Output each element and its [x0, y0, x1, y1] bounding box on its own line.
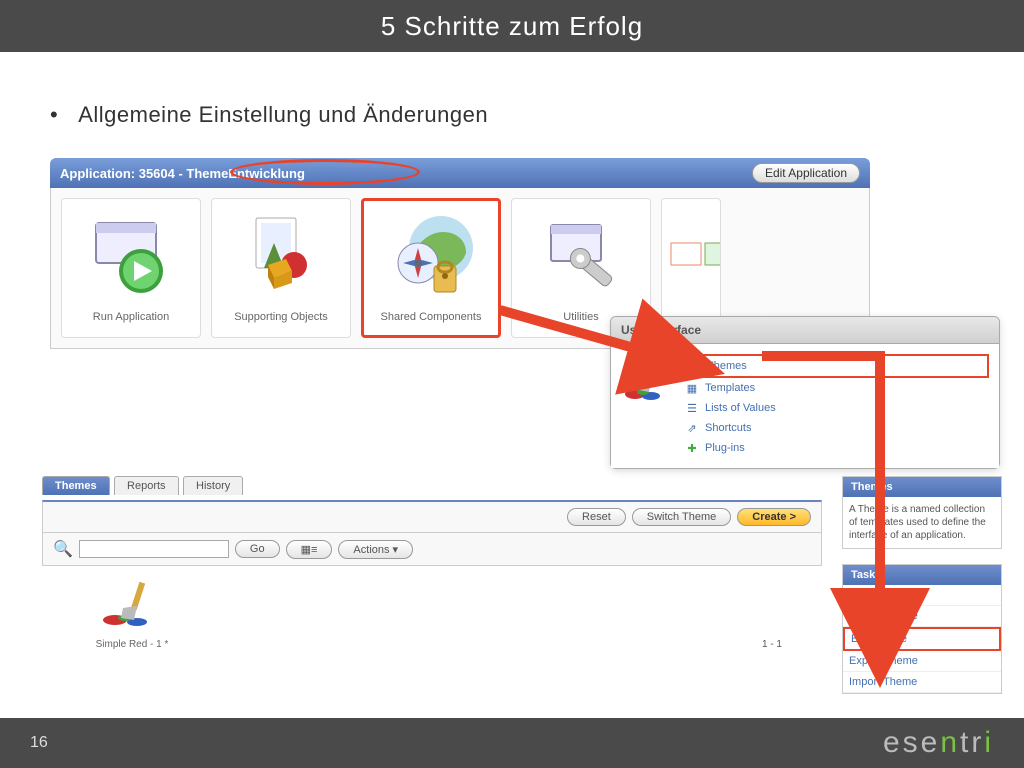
partial-icon: [661, 223, 721, 313]
themes-section: Themes Reports History Reset Switch Them…: [42, 476, 822, 650]
tab-themes[interactable]: Themes: [42, 476, 110, 495]
go-button[interactable]: Go: [235, 540, 280, 558]
search-icon: 🔍: [53, 539, 73, 559]
side-tasks-panel: Tasks Copy Theme Delete Theme Edit Theme…: [842, 564, 1002, 694]
task-import-theme[interactable]: Import Theme: [843, 672, 1001, 693]
user-interface-panel: User Interface ✎Themes ▦Templates ☰Lists…: [610, 316, 1000, 469]
pencil-icon: ✎: [687, 359, 701, 373]
utilities-icon: [536, 213, 626, 303]
bullet-text: Allgemeine Einstellung und Änderungen: [50, 102, 974, 128]
ui-plugins-link[interactable]: ✚Plug-ins: [681, 438, 989, 458]
tile-label: Supporting Objects: [234, 311, 328, 323]
brand-logo: esentri: [883, 726, 994, 760]
tile-shared-components[interactable]: Shared Components: [361, 198, 501, 338]
side-tasks-head: Tasks: [843, 565, 1001, 585]
template-icon: ▦: [685, 381, 699, 395]
search-input[interactable]: [79, 540, 229, 558]
tile-supporting-objects[interactable]: Supporting Objects: [211, 198, 351, 338]
side-themes-body: A Theme is a named collection of templat…: [843, 497, 1001, 548]
tile-label: Utilities: [563, 311, 598, 323]
create-button[interactable]: Create >: [737, 508, 811, 526]
actions-button[interactable]: Actions ▾: [338, 540, 413, 559]
supporting-objects-icon: [236, 213, 326, 303]
application-label: Application: 35604 - ThemeEntwicklung: [60, 166, 305, 181]
edit-application-button[interactable]: Edit Application: [752, 163, 860, 183]
footer-bar: 16 esentri: [0, 718, 1024, 768]
tile-label: Run Application: [93, 311, 169, 323]
side-themes-head: Themes: [843, 477, 1001, 497]
list-icon: ☰: [685, 401, 699, 415]
view-toggle-button[interactable]: ▦≡: [286, 540, 333, 559]
theme-item[interactable]: Simple Red - 1 *: [72, 580, 192, 650]
page-number: 16: [30, 734, 48, 752]
run-application-icon: [86, 213, 176, 303]
slide-title-bar: 5 Schritte zum Erfolg: [0, 0, 1024, 52]
switch-theme-button[interactable]: Switch Theme: [632, 508, 732, 526]
ui-themes-link[interactable]: ✎Themes: [681, 354, 989, 378]
plugin-icon: ✚: [685, 441, 699, 455]
side-themes-panel: Themes A Theme is a named collection of …: [842, 476, 1002, 549]
reset-button[interactable]: Reset: [567, 508, 626, 526]
pagination: 1 - 1: [762, 639, 782, 650]
shared-components-icon: [386, 213, 476, 303]
tile-run-application[interactable]: Run Application: [61, 198, 201, 338]
task-edit-theme[interactable]: Edit Theme: [843, 627, 1001, 651]
task-copy-theme[interactable]: Copy Theme: [843, 585, 1001, 606]
theme-label: Simple Red - 1 *: [72, 639, 192, 650]
ui-shortcuts-link[interactable]: ⇗Shortcuts: [681, 418, 989, 438]
application-bar: Application: 35604 - ThemeEntwicklung Ed…: [50, 158, 870, 188]
slide-title: 5 Schritte zum Erfolg: [381, 11, 643, 42]
ui-templates-link[interactable]: ▦Templates: [681, 378, 989, 398]
task-delete-theme[interactable]: Delete Theme: [843, 606, 1001, 627]
tab-reports[interactable]: Reports: [114, 476, 179, 495]
theme-thumbnail-icon: [97, 580, 167, 630]
shortcut-icon: ⇗: [685, 421, 699, 435]
paintbrush-icon: [621, 354, 671, 404]
ui-lov-link[interactable]: ☰Lists of Values: [681, 398, 989, 418]
tab-history[interactable]: History: [183, 476, 243, 495]
ui-panel-header: User Interface: [611, 317, 999, 344]
tile-label: Shared Components: [381, 311, 482, 323]
task-export-theme[interactable]: Export Theme: [843, 651, 1001, 672]
